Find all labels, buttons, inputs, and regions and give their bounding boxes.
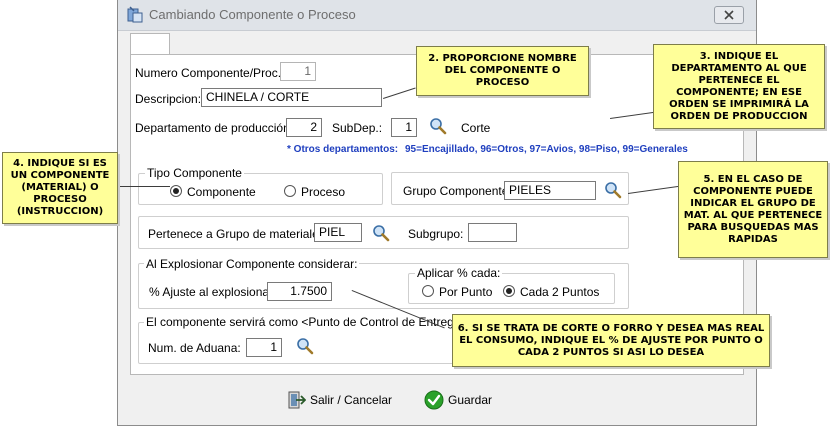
- radio-componente-label: Componente: [187, 185, 256, 199]
- numero-label: Numero Componente/Proc.:: [135, 66, 285, 80]
- callout-4-pointer: [118, 186, 170, 187]
- departamento-field[interactable]: 2: [286, 118, 322, 137]
- radio-por-punto[interactable]: [422, 285, 434, 297]
- aduana-label: Num. de Aduana:: [148, 341, 241, 355]
- grupo-componente-label: Grupo Componente:: [403, 184, 512, 198]
- subdep-field[interactable]: 1: [391, 118, 417, 137]
- search-icon[interactable]: [604, 181, 622, 199]
- guardar-label: Guardar: [448, 393, 493, 407]
- salir-cancelar-label: Salir / Cancelar: [310, 393, 393, 407]
- grupo-materiales-label: Pertenece a Grupo de materiales:: [148, 227, 329, 241]
- departamento-label: Departamento de producción:: [135, 121, 294, 135]
- search-icon[interactable]: [372, 224, 390, 242]
- title-bar[interactable]: Cambiando Componente o Proceso: [118, 0, 756, 31]
- aduana-field[interactable]: 1: [246, 338, 282, 357]
- callout-3: 3. INDIQUE EL DEPARTAMENTO AL QUE PERTEN…: [653, 44, 825, 129]
- close-button[interactable]: [714, 6, 744, 24]
- subdep-name: Corte: [461, 121, 491, 135]
- ajuste-label: % Ajuste al explosionar:: [149, 285, 277, 299]
- radio-por-punto-label: Por Punto: [439, 285, 493, 299]
- exit-icon: [288, 391, 306, 409]
- checkmark-icon: [424, 390, 444, 410]
- explosion-title: Al Explosionar Componente considerar:: [144, 257, 360, 271]
- subdep-label: SubDep.:: [332, 121, 383, 135]
- tipo-componente-title: Tipo Componente: [145, 166, 244, 180]
- ajuste-field[interactable]: 1.7500: [267, 282, 332, 301]
- otros-departamentos-list: 95=Encajillado, 96=Otros, 97=Avios, 98=P…: [405, 144, 688, 155]
- app-icon: [127, 6, 143, 23]
- close-icon: [724, 10, 734, 20]
- radio-cada-2-puntos-label: Cada 2 Puntos: [520, 285, 600, 299]
- grupo-materiales-field[interactable]: PIEL: [314, 223, 362, 242]
- otros-departamentos-label: * Otros departamentos:: [287, 144, 399, 155]
- aplicar-title: Aplicar % cada:: [415, 266, 503, 280]
- descripcion-label: Descripcion:: [135, 92, 202, 106]
- tab-general[interactable]: [130, 33, 170, 55]
- radio-proceso[interactable]: [284, 185, 296, 197]
- callout-5: 5. EN EL CASO DE COMPONENTE PUEDE INDICA…: [678, 161, 828, 258]
- descripcion-field[interactable]: CHINELA / CORTE: [201, 88, 382, 107]
- guardar-button[interactable]: Guardar: [424, 387, 492, 413]
- subgrupo-field[interactable]: [468, 223, 517, 242]
- callout-2: 2. PROPORCIONE NOMBRE DEL COMPONENTE O P…: [416, 46, 589, 96]
- radio-cada-2-puntos[interactable]: [503, 285, 515, 297]
- grupo-componente-field[interactable]: PIELES: [504, 181, 596, 200]
- callout-6: 6. SI SE TRATA DE CORTE O FORRO Y DESEA …: [452, 314, 770, 367]
- numero-field[interactable]: 1: [280, 62, 316, 81]
- search-icon[interactable]: [296, 337, 314, 355]
- radio-componente[interactable]: [170, 185, 182, 197]
- subgrupo-label: Subgrupo:: [408, 227, 464, 241]
- callout-4: 4. INDIQUE SI ES UN COMPONENTE (MATERIAL…: [2, 152, 118, 224]
- radio-proceso-label: Proceso: [301, 185, 346, 199]
- search-icon[interactable]: [429, 117, 447, 135]
- salir-cancelar-button[interactable]: Salir / Cancelar: [288, 387, 392, 413]
- window-title: Cambiando Componente o Proceso: [149, 7, 356, 22]
